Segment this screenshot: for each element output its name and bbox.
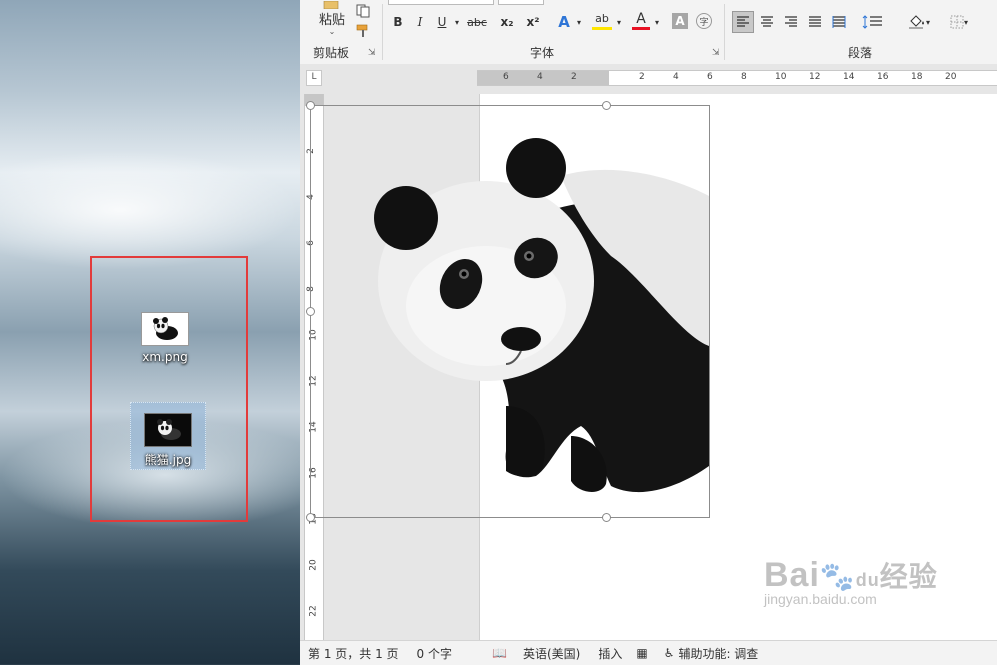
enclose-characters-button[interactable]: 字 (696, 13, 712, 29)
chevron-down-icon[interactable]: ▾ (452, 11, 462, 33)
resize-handle[interactable] (602, 513, 611, 522)
ruler-tick-label: 4 (537, 72, 543, 82)
chevron-down-icon[interactable]: ▾ (652, 11, 662, 33)
ruler-tick-label: 10 (775, 72, 787, 82)
chevron-down-icon[interactable]: ▾ (574, 11, 584, 33)
underline-button[interactable]: U (432, 11, 452, 33)
ruler-tick-label: 14 (843, 72, 855, 82)
paste-button[interactable]: 粘贴 ⌄ (312, 0, 352, 36)
line-spacing-button[interactable] (858, 11, 888, 33)
ribbon: 粘贴 ⌄ 剪贴板 ⇲ B I U ▾ abc x₂ x² A ▾ ab ▾ A … (300, 0, 997, 65)
annotation-highlight-box (90, 256, 248, 522)
distributed-icon (832, 16, 846, 28)
ruler-tick-label: 2 (639, 72, 645, 82)
ruler-tick-label: 20 (945, 72, 957, 82)
ruler-tick-label: 4 (673, 72, 679, 82)
chevron-down-icon: ▾ (925, 17, 930, 27)
align-left-icon (737, 16, 749, 27)
character-shading-button[interactable]: A (672, 13, 688, 29)
page-count-status[interactable]: 第 1 页，共 1 页 (308, 645, 399, 662)
chevron-down-icon: ⌄ (328, 26, 336, 36)
macro-icon[interactable]: ▦ (636, 646, 647, 660)
paw-icon: 🐾 (819, 561, 856, 592)
ruler-tick-label: 8 (741, 72, 747, 82)
watermark-text: Bai (764, 556, 820, 594)
clipboard-group-label: 剪贴板 (313, 46, 350, 60)
selected-panda-image[interactable] (306, 101, 710, 522)
align-right-button[interactable] (780, 11, 802, 33)
font-group-label: 字体 (530, 46, 555, 60)
borders-icon (950, 15, 964, 29)
line-spacing-icon (862, 15, 882, 29)
justify-button[interactable] (804, 11, 826, 33)
baidu-jingyan-watermark: Bai🐾du经验 jingyan.baidu.com (764, 555, 938, 607)
panda-image (374, 138, 709, 493)
ruler-tick-label: 16 (877, 72, 889, 82)
chevron-down-icon[interactable]: ▾ (614, 11, 624, 33)
ruler-tick-label: 2 (571, 72, 577, 82)
copy-icon (356, 4, 370, 18)
insert-mode-status[interactable]: 插入 (598, 645, 622, 662)
proofing-icon[interactable]: 📖 (492, 646, 507, 660)
text-effects-button[interactable]: A (554, 11, 574, 33)
superscript-button[interactable]: x² (522, 11, 544, 33)
ruler-margin (477, 71, 609, 85)
paragraph-group-label: 段落 (848, 46, 873, 60)
paint-bucket-icon (908, 15, 924, 29)
word-count-status[interactable]: 0 个字 (417, 645, 452, 662)
paste-label: 粘贴 (318, 12, 345, 28)
format-painter-button[interactable] (352, 20, 374, 42)
watermark-paw-text: du (855, 570, 880, 590)
justify-icon (809, 16, 821, 27)
ribbon-separator (382, 4, 383, 60)
ruler-tick-label: 6 (707, 72, 713, 82)
chevron-down-icon: ▾ (963, 17, 968, 27)
status-bar: 第 1 页，共 1 页 0 个字 📖 英语(美国) 插入 ▦ ♿ 辅助功能: 调… (300, 640, 997, 665)
bold-button[interactable]: B (388, 11, 408, 33)
format-painter-icon (356, 24, 368, 37)
clipboard-icon (323, 0, 339, 9)
ruler-tick-label: 18 (911, 72, 923, 82)
desktop-background: xm.png 熊猫.jpg (0, 0, 300, 664)
ruler-tick-label: 12 (809, 72, 821, 82)
dialog-launcher-icon[interactable]: ⇲ (368, 48, 376, 58)
resize-handle[interactable] (602, 101, 611, 110)
font-color-button[interactable]: A (632, 10, 650, 30)
highlight-button[interactable]: ab (592, 10, 612, 30)
accessibility-icon[interactable]: ♿ (664, 646, 675, 660)
ribbon-separator (724, 4, 725, 60)
font-name-combo[interactable] (388, 0, 494, 5)
resize-handle[interactable] (306, 101, 315, 110)
align-left-button[interactable] (732, 11, 754, 33)
shading-button[interactable]: ▾ (904, 11, 934, 33)
copy-button[interactable] (352, 0, 374, 22)
distributed-button[interactable] (828, 11, 850, 33)
desktop-haze (0, 150, 300, 270)
font-size-combo[interactable] (498, 0, 544, 5)
watermark-brand: 经验 (879, 561, 938, 592)
ruler-tick-label: 6 (503, 72, 509, 82)
align-right-icon (785, 16, 797, 27)
accessibility-status[interactable]: 辅助功能: 调查 (678, 645, 758, 662)
ruler-tick-label: 20 (308, 559, 319, 571)
borders-button[interactable]: ▾ (944, 11, 974, 33)
tab-selector-button[interactable]: L (306, 70, 322, 86)
ruler-tick-label: 22 (308, 605, 319, 617)
subscript-button[interactable]: x₂ (496, 11, 518, 33)
language-status[interactable]: 英语(美国) (523, 645, 580, 662)
resize-handle[interactable] (306, 307, 315, 316)
dialog-launcher-icon[interactable]: ⇲ (712, 48, 720, 58)
resize-handle[interactable] (306, 513, 315, 522)
italic-button[interactable]: I (410, 11, 430, 33)
horizontal-ruler[interactable]: 6 4 2 2 4 6 8 10 12 14 16 18 20 (477, 70, 997, 86)
strikethrough-button[interactable]: abc (464, 11, 490, 33)
align-center-button[interactable] (756, 11, 778, 33)
align-center-icon (761, 16, 773, 27)
